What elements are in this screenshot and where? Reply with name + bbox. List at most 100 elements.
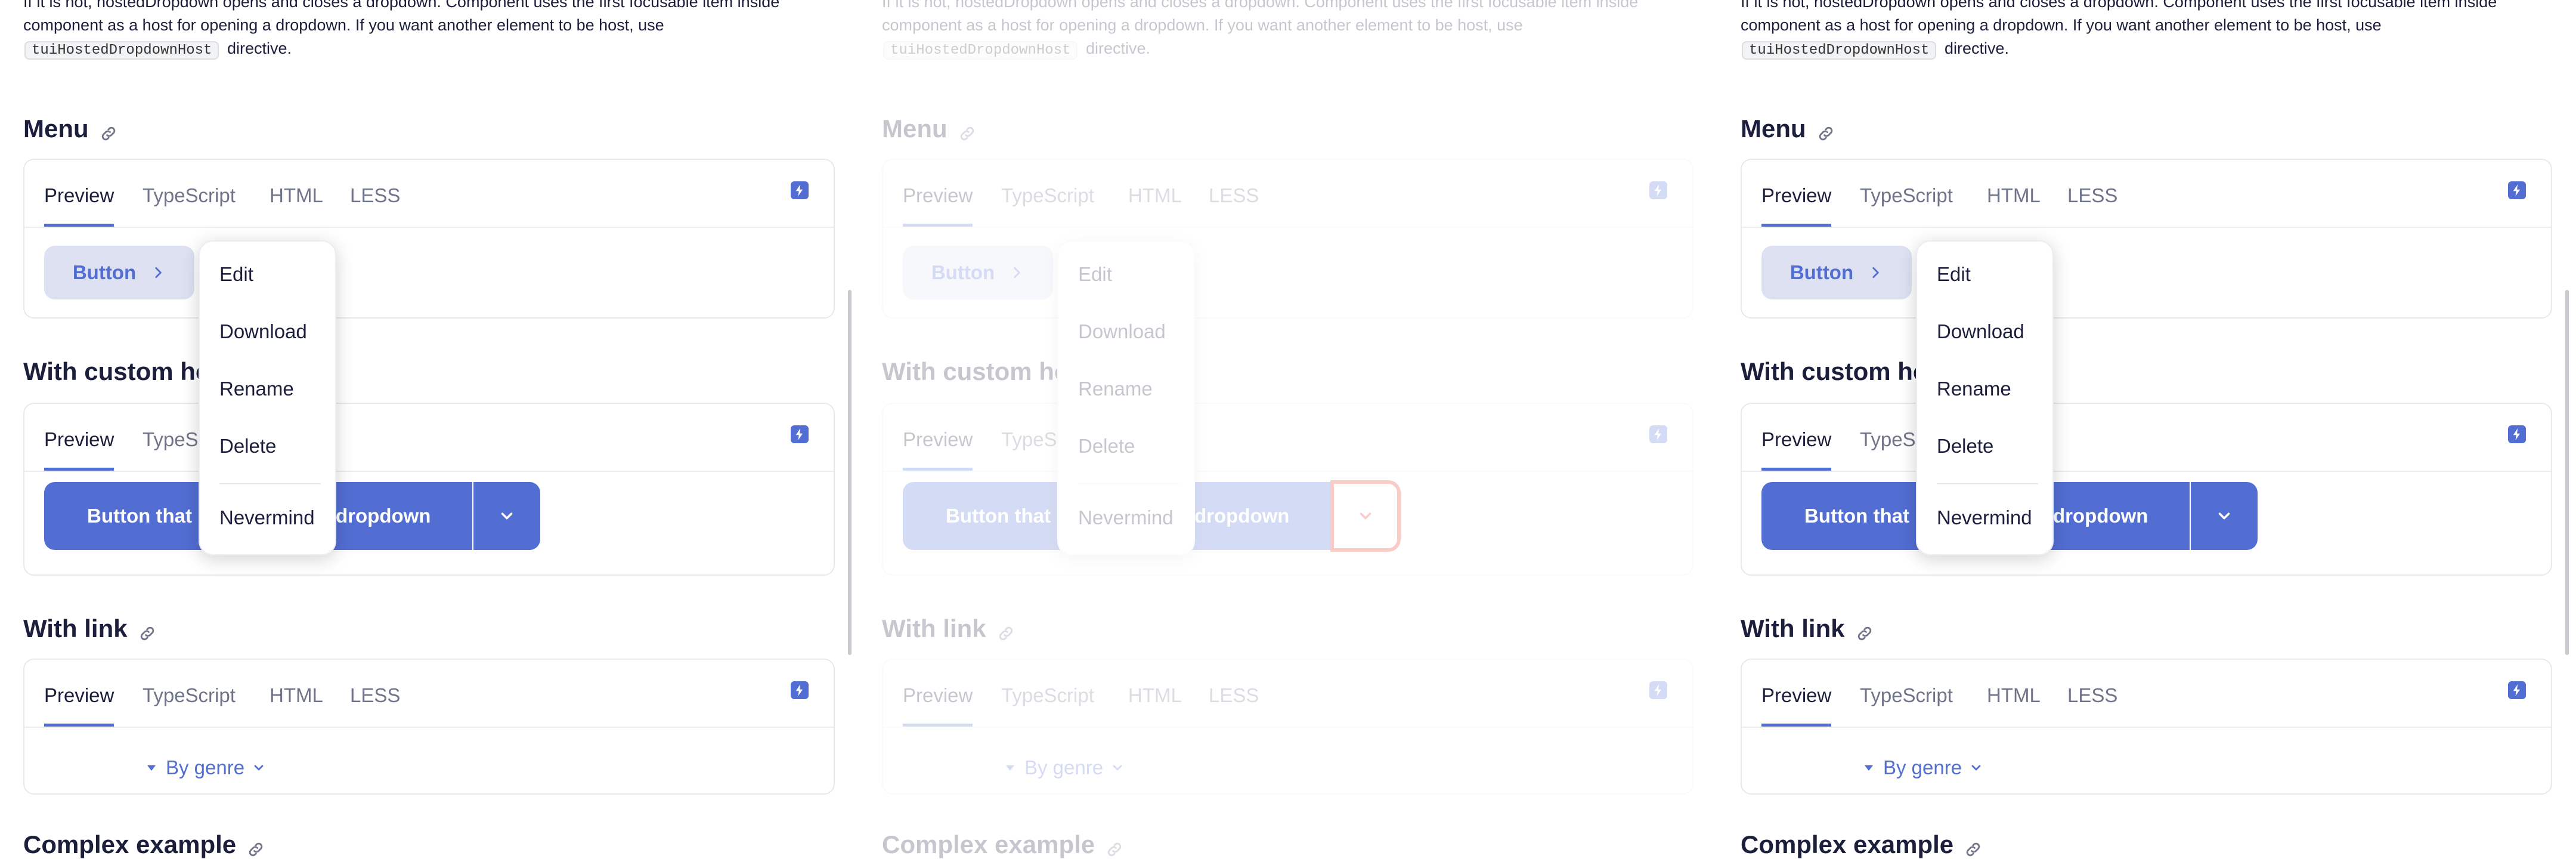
tab-less[interactable]: LESS: [1209, 676, 1259, 727]
dropdown-item-rename[interactable]: Rename: [219, 378, 294, 400]
dropdown-host-chevron-button[interactable]: [473, 482, 540, 550]
dropdown-item-rename[interactable]: Rename: [1078, 378, 1153, 400]
tab-preview[interactable]: Preview: [1761, 177, 1832, 227]
intro-text: If it is not, hostedDropdown opens and c…: [1741, 0, 2552, 62]
tab-typescript[interactable]: TypeScript: [143, 676, 236, 727]
screenshot-panel-1: If it is not, hostedDropdown opens and c…: [0, 0, 859, 859]
link-icon[interactable]: [1817, 120, 1835, 141]
by-genre-link[interactable]: By genre: [1003, 756, 1125, 779]
tab-html[interactable]: HTML: [270, 177, 323, 227]
link-icon[interactable]: [1106, 836, 1123, 857]
tab-preview[interactable]: Preview: [1761, 421, 1832, 471]
dropdown-item-edit[interactable]: Edit: [219, 263, 253, 286]
dropdown-item-edit[interactable]: Edit: [1937, 263, 1971, 286]
link-icon[interactable]: [247, 836, 265, 857]
tab-html[interactable]: HTML: [1987, 676, 2041, 727]
menu-button[interactable]: Button: [44, 246, 194, 299]
tab-less[interactable]: LESS: [350, 676, 400, 727]
dropdown-item-nevermind[interactable]: Nevermind: [1078, 506, 1174, 529]
bolt-icon[interactable]: [791, 181, 809, 199]
bolt-icon[interactable]: [1649, 181, 1667, 199]
custom-host-button-label-right: dropdown: [1194, 505, 1290, 527]
section-title-complex: Complex example: [1741, 830, 1982, 859]
dropdown-item-rename[interactable]: Rename: [1937, 378, 2011, 400]
scrollbar[interactable]: [2565, 290, 2569, 655]
tab-typescript[interactable]: TypeScript: [1860, 676, 1953, 727]
dropdown-item-download[interactable]: Download: [1937, 320, 2024, 343]
by-genre-link[interactable]: By genre: [1862, 756, 1983, 779]
dropdown-item-delete[interactable]: Delete: [1078, 435, 1135, 458]
tab-preview[interactable]: Preview: [1761, 676, 1832, 727]
tab-typescript[interactable]: TypeScript: [1860, 177, 1953, 227]
intro-suffix: directive.: [1944, 39, 2010, 57]
tab-html[interactable]: HTML: [270, 676, 323, 727]
tab-less[interactable]: LESS: [1209, 177, 1259, 227]
bolt-icon[interactable]: [1649, 425, 1667, 443]
tab-preview[interactable]: Preview: [903, 177, 973, 227]
link-icon[interactable]: [138, 620, 156, 641]
dropdown-item-nevermind[interactable]: Nevermind: [1937, 506, 2032, 529]
tab-less[interactable]: LESS: [2067, 676, 2117, 727]
dropdown-item-download[interactable]: Download: [219, 320, 307, 343]
link-icon[interactable]: [1964, 836, 1982, 857]
link-icon[interactable]: [958, 120, 976, 141]
section-title-with-link-label: With link: [1741, 614, 1845, 642]
chevron-right-icon: [1014, 267, 1020, 278]
section-title-with-link-label: With link: [882, 614, 986, 642]
tab-html[interactable]: HTML: [1128, 177, 1182, 227]
tab-typescript[interactable]: TypeScript: [1001, 177, 1094, 227]
bolt-icon[interactable]: [791, 681, 809, 699]
link-icon[interactable]: [1856, 620, 1874, 641]
dropdown-item-delete[interactable]: Delete: [219, 435, 276, 458]
custom-host-button-label-right: dropdown: [2053, 505, 2148, 527]
menu-button[interactable]: Button: [1761, 246, 1912, 299]
scrollbar[interactable]: [848, 290, 852, 655]
chevron-down-icon: [501, 512, 513, 520]
menu-button[interactable]: Button: [903, 246, 1053, 299]
dropdown-item-download[interactable]: Download: [1078, 320, 1166, 343]
bolt-icon[interactable]: [2508, 425, 2526, 443]
tab-preview[interactable]: Preview: [44, 177, 114, 227]
custom-host-button-label-left: Button that: [1804, 505, 1909, 527]
tab-preview[interactable]: Preview: [903, 421, 973, 471]
demo-card-with-link: Preview TypeScript HTML LESS By genre: [1741, 659, 2552, 795]
tab-typescript[interactable]: TypeScript: [1001, 676, 1094, 727]
dropdown-host-chevron-button[interactable]: [1330, 480, 1401, 552]
dropdown-item-nevermind[interactable]: Nevermind: [219, 506, 315, 529]
tab-bar: Preview TypeScript HTML LESS: [1742, 160, 2551, 228]
tab-bar: Preview TypeScript HTML LESS: [883, 660, 1692, 728]
dropdown-item-edit[interactable]: Edit: [1078, 263, 1112, 286]
dropdown-menu: Edit Download Rename Delete Nevermind: [199, 240, 336, 555]
tab-typescript[interactable]: TypeScript: [143, 177, 236, 227]
tab-html[interactable]: HTML: [1987, 177, 2041, 227]
tab-less[interactable]: LESS: [2067, 177, 2117, 227]
menu-button-label: Button: [1789, 261, 1854, 283]
tab-less[interactable]: LESS: [350, 177, 400, 227]
tab-bar: Preview TypeScript: [883, 404, 1692, 472]
bolt-icon[interactable]: [791, 425, 809, 443]
caret-down-icon: [1006, 765, 1014, 771]
bolt-icon[interactable]: [1649, 681, 1667, 699]
dropdown-divider: [1937, 483, 2038, 484]
dropdown-divider: [1078, 483, 1179, 484]
bolt-icon[interactable]: [2508, 181, 2526, 199]
by-genre-link[interactable]: By genre: [144, 756, 266, 779]
intro-suffix: directive.: [1085, 39, 1151, 57]
tab-bar: Preview TypeScript HTML LESS: [883, 160, 1692, 228]
bolt-icon[interactable]: [2508, 681, 2526, 699]
dropdown-host-chevron-button[interactable]: [2191, 482, 2258, 550]
tab-preview[interactable]: Preview: [903, 676, 973, 727]
tab-html[interactable]: HTML: [1128, 676, 1182, 727]
section-title-menu-label: Menu: [1741, 115, 1806, 143]
tab-preview[interactable]: Preview: [44, 421, 114, 471]
link-icon[interactable]: [997, 620, 1015, 641]
section-title-with-link: With link: [882, 614, 1015, 643]
section-title-menu: Menu: [882, 115, 976, 143]
intro-suffix: directive.: [227, 39, 292, 57]
tab-preview[interactable]: Preview: [44, 676, 114, 727]
demo-card-custom-host: Preview TypeScript Button that dropdown: [23, 403, 835, 576]
link-icon[interactable]: [100, 120, 117, 141]
screenshot-panel-3: If it is not, hostedDropdown opens and c…: [1717, 0, 2576, 859]
caret-down-icon: [147, 765, 156, 771]
dropdown-item-delete[interactable]: Delete: [1937, 435, 1993, 458]
